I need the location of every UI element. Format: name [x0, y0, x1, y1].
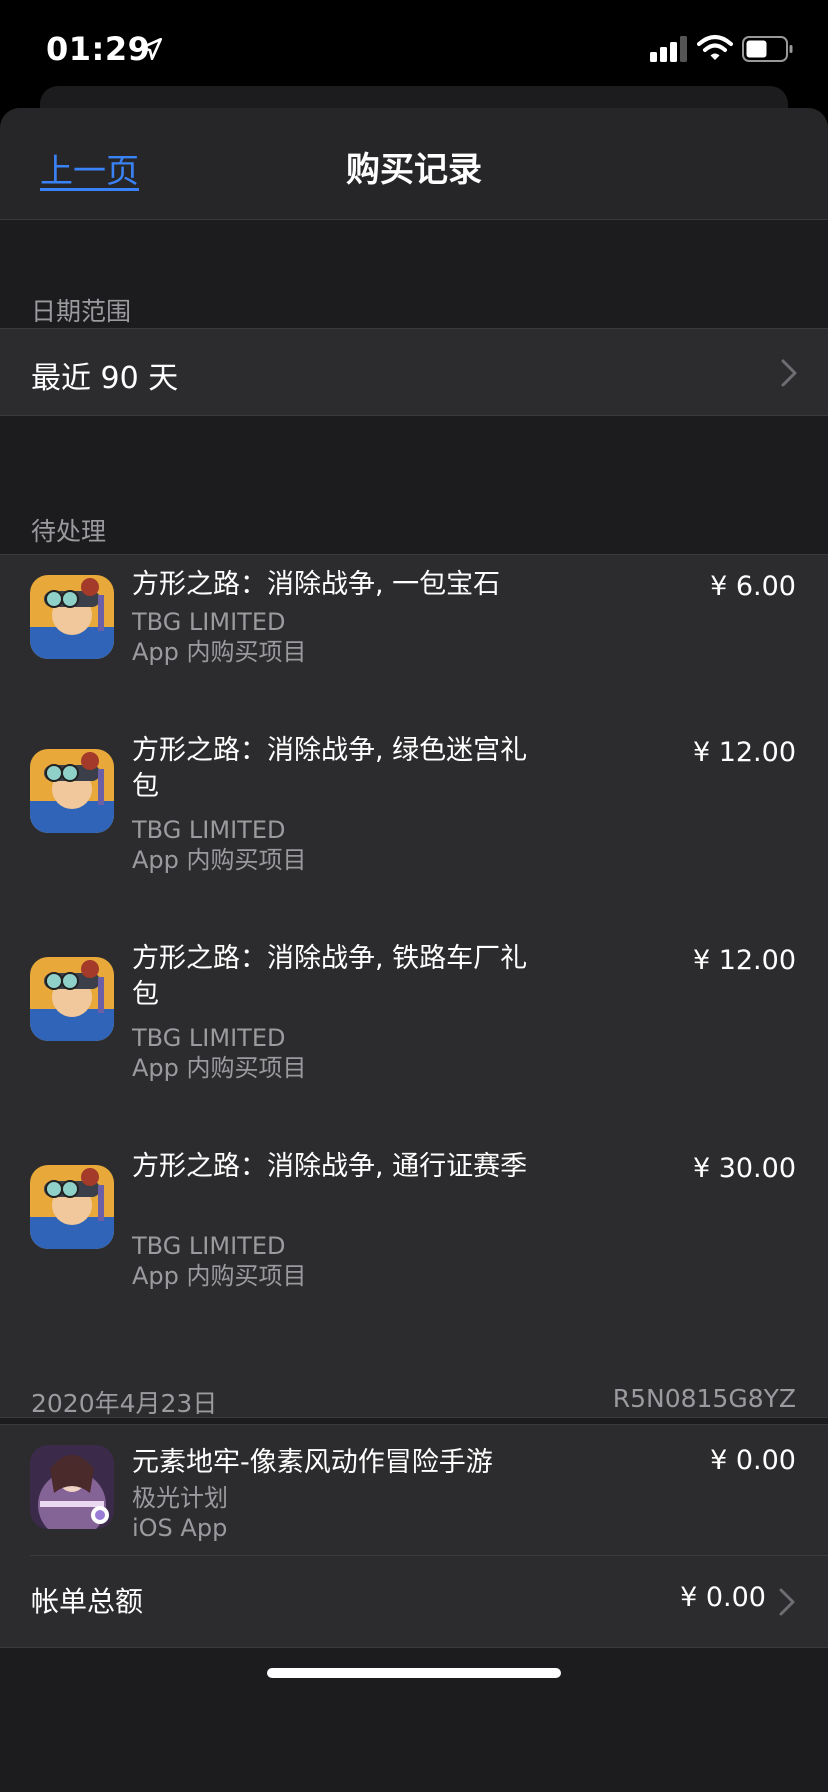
item-type: App 内购买项目 [132, 846, 307, 874]
date-range-value: 最近 90 天 [31, 361, 179, 396]
chevron-right-icon [781, 359, 797, 387]
navigation-bar: 上一页 购买记录 [0, 108, 828, 220]
list-item[interactable]: 方形之路：消除战争, 一包宝石 TBG LIMITED App 内购买项目 ¥ … [0, 555, 828, 735]
battery-icon [742, 36, 793, 62]
item-title: 方形之路：消除战争, 绿色迷宫礼包 [132, 735, 528, 802]
cellular-signal-icon [650, 36, 687, 62]
item-title: 方形之路：消除战争, 铁路车厂礼包 [132, 943, 528, 1010]
date-range-row[interactable]: 最近 90 天 [0, 328, 828, 416]
receipt-date: 2020年4月23日 [31, 1389, 218, 1418]
list-item[interactable]: 方形之路：消除战争, 铁路车厂礼包 TBG LIMITED App 内购买项目 … [0, 941, 828, 1149]
home-indicator[interactable] [267, 1668, 561, 1678]
receipt-group: 元素地牢-像素风动作冒险手游 极光计划 iOS App ¥ 0.00 帐单总额 … [0, 1424, 828, 1648]
game-app-icon [30, 1445, 114, 1529]
page-title: 购买记录 [346, 150, 482, 190]
item-developer: 极光计划 [132, 1484, 228, 1512]
game-app-icon [30, 749, 114, 833]
item-title: 元素地牢-像素风动作冒险手游 [132, 1447, 493, 1478]
chevron-right-icon [779, 1588, 795, 1616]
pending-list: 方形之路：消除战争, 一包宝石 TBG LIMITED App 内购买项目 ¥ … [0, 554, 828, 1418]
purchase-history-sheet: 上一页 购买记录 日期范围 最近 90 天 待处理 方形之路：消除战争, 一包宝… [0, 108, 828, 1792]
bill-total-row[interactable]: 帐单总额 ¥ 0.00 [0, 1556, 828, 1648]
date-range-label: 日期范围 [31, 297, 132, 326]
item-price: ¥ 12.00 [692, 737, 796, 768]
item-title: 方形之路：消除战争, 通行证赛季 [132, 1151, 528, 1182]
status-bar: 01:29 [0, 0, 828, 100]
item-developer: TBG LIMITED [132, 1024, 286, 1052]
item-type: App 内购买项目 [132, 638, 307, 666]
list-item[interactable]: 方形之路：消除战争, 绿色迷宫礼包 TBG LIMITED App 内购买项目 … [0, 733, 828, 941]
item-developer: TBG LIMITED [132, 1232, 286, 1260]
item-type: App 内购买项目 [132, 1262, 307, 1290]
game-app-icon [30, 1165, 114, 1249]
game-app-icon [30, 575, 114, 659]
list-item[interactable]: 元素地牢-像素风动作冒险手游 极光计划 iOS App ¥ 0.00 [0, 1425, 828, 1555]
item-developer: TBG LIMITED [132, 816, 286, 844]
location-arrow-icon [139, 37, 163, 61]
order-id: R5N0815G8YZ [612, 1384, 796, 1413]
item-price: ¥ 0.00 [710, 1445, 796, 1476]
item-price: ¥ 6.00 [710, 571, 796, 602]
item-price: ¥ 12.00 [692, 945, 796, 976]
game-app-icon [30, 957, 114, 1041]
list-item[interactable]: 方形之路：消除战争, 通行证赛季 TBG LIMITED App 内购买项目 ¥… [0, 1149, 828, 1357]
bill-total-value: ¥ 0.00 [680, 1582, 766, 1613]
item-title: 方形之路：消除战争, 一包宝石 [132, 569, 501, 600]
item-price: ¥ 30.00 [692, 1153, 796, 1184]
status-time: 01:29 [46, 30, 151, 68]
pending-section-label: 待处理 [31, 517, 107, 546]
wifi-icon [697, 35, 733, 60]
item-type: App 内购买项目 [132, 1054, 307, 1082]
bill-total-label: 帐单总额 [31, 1585, 144, 1618]
item-developer: TBG LIMITED [132, 608, 286, 636]
item-type: iOS App [132, 1514, 228, 1542]
